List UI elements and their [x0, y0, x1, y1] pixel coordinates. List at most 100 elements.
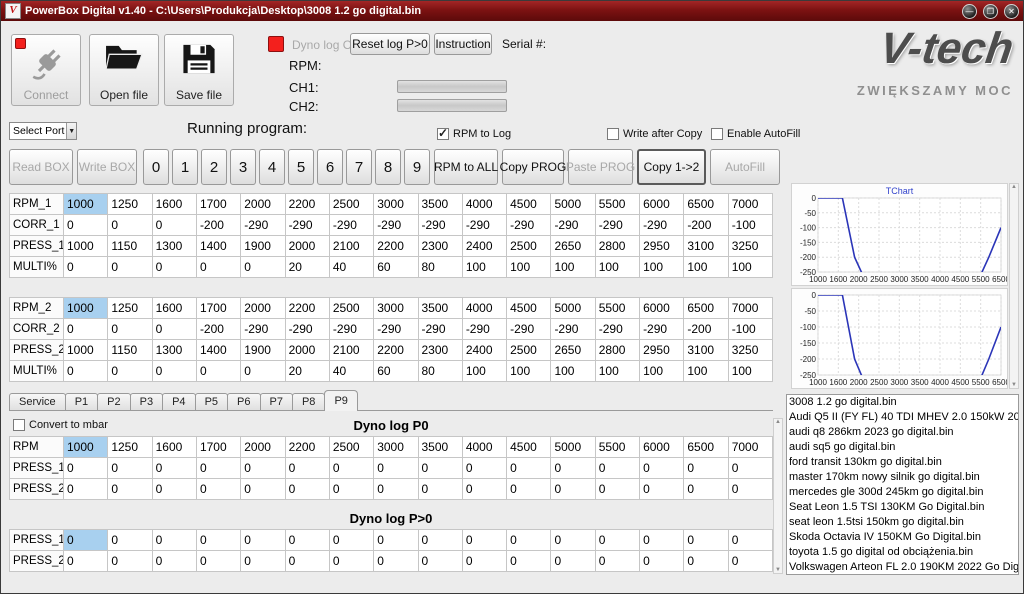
grid-cell[interactable]: 0	[152, 257, 196, 278]
grid-cell[interactable]: 0	[640, 551, 684, 572]
grid-cell[interactable]: 0	[595, 458, 639, 479]
grid-cell[interactable]: 5500	[595, 298, 639, 319]
grid-cell[interactable]: -290	[507, 215, 551, 236]
grid-cell[interactable]: 0	[374, 458, 418, 479]
grid-cell[interactable]: 0	[241, 257, 285, 278]
grid-cell[interactable]: 0	[728, 479, 772, 500]
rpm-to-all-button[interactable]: RPM to ALL	[434, 149, 498, 185]
grid-cell[interactable]: 40	[329, 257, 373, 278]
grid-cell[interactable]: 4500	[507, 194, 551, 215]
grid-cell[interactable]: 0	[64, 458, 108, 479]
select-port-dropdown[interactable]: Select Port ▼	[9, 122, 77, 140]
grid-cell[interactable]: 0	[108, 530, 152, 551]
grid-cell[interactable]: 5500	[595, 194, 639, 215]
grid-cell[interactable]: 0	[684, 458, 728, 479]
grid-cell[interactable]: 20	[285, 257, 329, 278]
grid-cell[interactable]: 100	[462, 257, 506, 278]
grid-cell[interactable]: 4000	[462, 437, 506, 458]
grid-cell[interactable]: 0	[285, 530, 329, 551]
grid-cell[interactable]: 2200	[285, 194, 329, 215]
grid-cell[interactable]: 0	[108, 215, 152, 236]
grid-cell[interactable]: 1300	[152, 340, 196, 361]
file-list-item[interactable]: mercedes gle 300d 245km go digital.bin	[787, 485, 1018, 500]
close-button[interactable]: ✕	[1004, 4, 1019, 19]
grid-cell[interactable]: 0	[64, 257, 108, 278]
grid-cell[interactable]: 7000	[728, 194, 772, 215]
grid-cell[interactable]: 1600	[152, 437, 196, 458]
grid-cell[interactable]: 2200	[374, 340, 418, 361]
grid-cell[interactable]: 0	[728, 458, 772, 479]
grid-cell[interactable]: -290	[462, 319, 506, 340]
grid-cell[interactable]: 2950	[640, 340, 684, 361]
tab-service[interactable]: Service	[9, 393, 66, 411]
grid-cell[interactable]: 20	[285, 361, 329, 382]
grid-cell[interactable]: 2500	[507, 236, 551, 257]
grid-cell[interactable]: 0	[64, 319, 108, 340]
grid-cell[interactable]: 0	[152, 479, 196, 500]
grid-cell[interactable]: 0	[196, 257, 240, 278]
grid-cell[interactable]: -290	[640, 319, 684, 340]
grid-cell[interactable]: -290	[595, 319, 639, 340]
grid-cell[interactable]: 0	[64, 215, 108, 236]
grid-cell[interactable]: -100	[728, 215, 772, 236]
digit-7-button[interactable]: 7	[346, 149, 372, 185]
grid-cell[interactable]: 2800	[595, 340, 639, 361]
grid-cell[interactable]: 0	[285, 551, 329, 572]
grid-cell[interactable]: 1150	[108, 236, 152, 257]
grid-cell[interactable]: -290	[285, 319, 329, 340]
grid-cell[interactable]: 4500	[507, 437, 551, 458]
grid-cell[interactable]: -290	[418, 319, 462, 340]
file-list-item[interactable]: toyota 1.5 go digital od obciążenia.bin	[787, 545, 1018, 560]
grid-cell[interactable]: 3000	[374, 437, 418, 458]
grid-cell[interactable]: 0	[152, 319, 196, 340]
grid-cell[interactable]: 4000	[462, 298, 506, 319]
grid-cell[interactable]: 0	[152, 361, 196, 382]
grid-cell[interactable]: 2800	[595, 236, 639, 257]
grid-cell[interactable]: 100	[728, 257, 772, 278]
grid-cell[interactable]: 2100	[329, 340, 373, 361]
file-list-item[interactable]: Volkswagen Arteon FL 2.0 190KM 2022 Go D…	[787, 560, 1018, 575]
grid-cell[interactable]: 0	[418, 458, 462, 479]
grid-cell[interactable]: 1600	[152, 298, 196, 319]
grid-cell[interactable]: 2200	[285, 437, 329, 458]
minimize-button[interactable]: —	[962, 4, 977, 19]
grid-cell[interactable]: 100	[728, 361, 772, 382]
grid-cell[interactable]: 3250	[728, 236, 772, 257]
grid-cell[interactable]: 1250	[108, 194, 152, 215]
digit-5-button[interactable]: 5	[288, 149, 314, 185]
grid-cell[interactable]: 2500	[329, 298, 373, 319]
write-after-copy-checkbox[interactable]: Write after Copy	[607, 128, 702, 140]
grid-cell[interactable]: 5000	[551, 437, 595, 458]
grid-cell[interactable]: -290	[418, 215, 462, 236]
grid-cell[interactable]: 0	[595, 551, 639, 572]
grid-cell[interactable]: 0	[64, 479, 108, 500]
grid-cell[interactable]: 1700	[196, 194, 240, 215]
grid-cell[interactable]: 6000	[640, 298, 684, 319]
reset-log-button[interactable]: Reset log P>0	[350, 33, 430, 55]
checkbox-icon[interactable]	[437, 128, 449, 140]
tab-p9[interactable]: P9	[324, 390, 357, 411]
paste-prog-button[interactable]: Paste PROG	[568, 149, 633, 185]
grid-cell[interactable]: 3500	[418, 437, 462, 458]
grid-cell[interactable]: 100	[507, 257, 551, 278]
digit-2-button[interactable]: 2	[201, 149, 227, 185]
grid-cell[interactable]: 2000	[285, 340, 329, 361]
tab-p2[interactable]: P2	[97, 393, 130, 411]
grid-cell[interactable]: 0	[640, 479, 684, 500]
grid-cell[interactable]: 0	[329, 551, 373, 572]
file-list-item[interactable]: 3008 1.2 go digital.bin	[787, 395, 1018, 410]
grid-cell[interactable]: 1700	[196, 298, 240, 319]
grid-cell[interactable]: 0	[640, 458, 684, 479]
grid-cell[interactable]: 0	[64, 551, 108, 572]
grid-cell[interactable]: 0	[462, 530, 506, 551]
grid-cell[interactable]: 6000	[640, 194, 684, 215]
grid-cell[interactable]: 80	[418, 361, 462, 382]
grid-cell[interactable]: 0	[462, 551, 506, 572]
write-box-button[interactable]: Write BOX	[77, 149, 137, 185]
grid-cell[interactable]: 0	[728, 530, 772, 551]
grid-cell[interactable]: 60	[374, 257, 418, 278]
grid-cell[interactable]: 2300	[418, 236, 462, 257]
grid-cell[interactable]: 3100	[684, 236, 728, 257]
file-list-item[interactable]: ford transit 130km go digital.bin	[787, 455, 1018, 470]
checkbox-icon[interactable]	[711, 128, 723, 140]
